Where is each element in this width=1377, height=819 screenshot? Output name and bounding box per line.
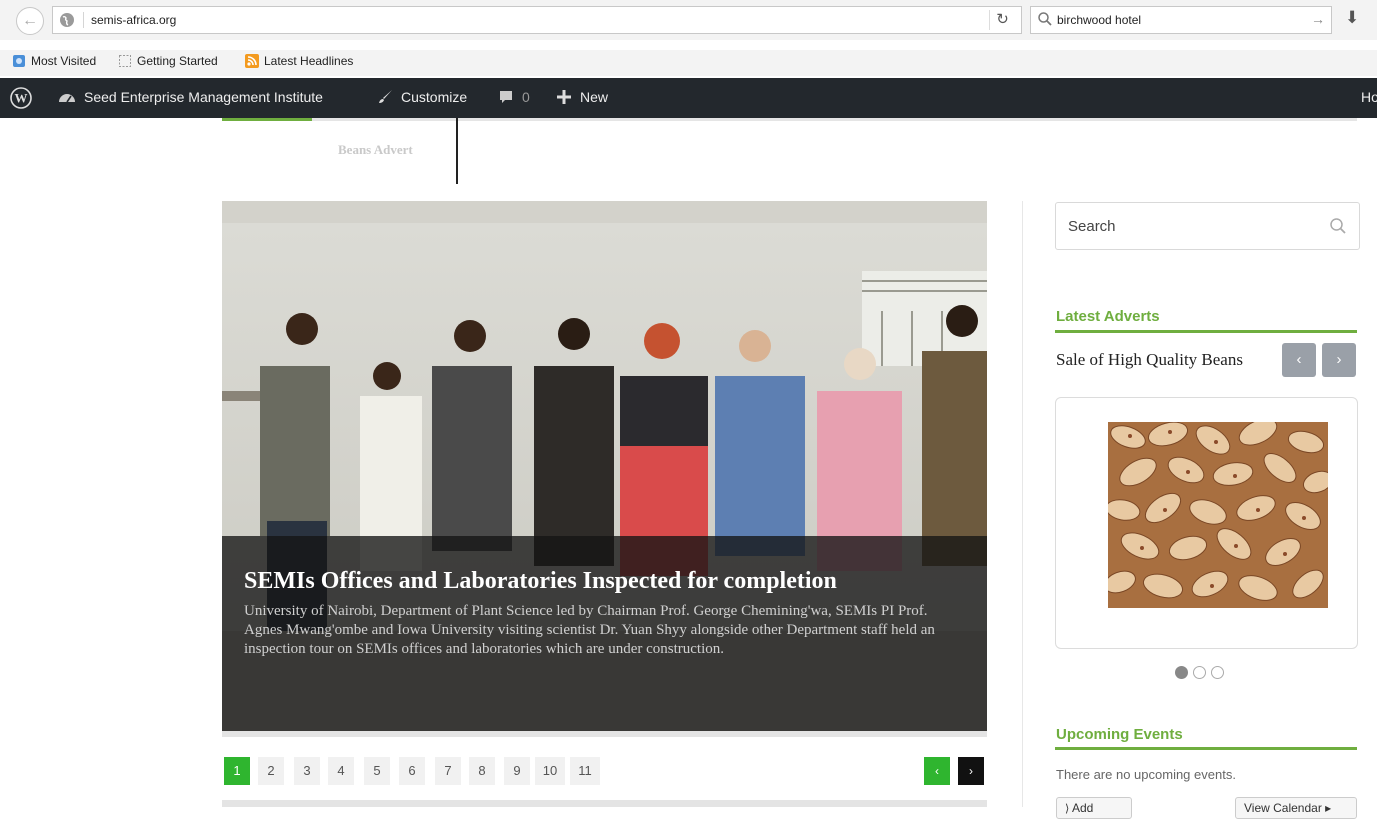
slide-title[interactable]: SEMIs Offices and Laboratories Inspected… xyxy=(244,568,974,595)
page-button-5[interactable]: 5 xyxy=(364,757,390,785)
advert-next-button[interactable]: › xyxy=(1322,343,1356,377)
search-icon[interactable] xyxy=(1329,217,1347,235)
plus-icon xyxy=(557,90,571,104)
rss-icon xyxy=(245,54,259,68)
address-bar[interactable]: semis-africa.org ↻ xyxy=(52,6,1022,34)
beans-image xyxy=(1108,422,1328,608)
browser-search-box[interactable]: birchwood hotel → xyxy=(1030,6,1332,34)
page-button-11[interactable]: 11 xyxy=(570,757,600,785)
admin-comments[interactable]: 0 xyxy=(498,89,530,105)
upcoming-events-title: Upcoming Events xyxy=(1056,726,1183,743)
chevron-right-icon: ▸ xyxy=(1325,801,1332,815)
bookmarks-bar: Most Visited Getting Started Latest Head… xyxy=(0,50,1377,76)
site-name-label: Seed Enterprise Management Institute xyxy=(84,89,323,105)
advert-title[interactable]: Sale of High Quality Beans xyxy=(1056,350,1243,370)
page-button-3[interactable]: 3 xyxy=(294,757,320,785)
bookmark-getting-started[interactable]: Getting Started xyxy=(118,54,218,68)
reload-icon[interactable]: ↻ xyxy=(989,10,1015,30)
sidebar-search-field[interactable]: Search xyxy=(1055,202,1360,250)
comment-count: 0 xyxy=(522,89,530,105)
advert-card[interactable] xyxy=(1055,397,1358,649)
admin-account-clipped[interactable]: Ho xyxy=(1361,89,1377,105)
browser-search-query[interactable]: birchwood hotel xyxy=(1057,13,1141,27)
no-events-text: There are no upcoming events. xyxy=(1056,767,1236,782)
search-go-icon[interactable]: → xyxy=(1311,11,1325,27)
back-button[interactable]: ← xyxy=(16,7,44,35)
bookmark-most-visited[interactable]: Most Visited xyxy=(12,54,96,68)
tab-underline xyxy=(222,118,1357,121)
comment-icon xyxy=(500,91,512,103)
page-button-6[interactable]: 6 xyxy=(399,757,425,785)
wordpress-logo-icon[interactable]: W xyxy=(10,87,32,112)
admin-customize[interactable]: Customize xyxy=(377,89,467,105)
page-button-10[interactable]: 10 xyxy=(535,757,565,785)
upcoming-events-rule xyxy=(1055,747,1357,750)
column-divider xyxy=(1022,201,1023,807)
browser-toolbar: ← semis-africa.org ↻ birchwood hotel → ⬇ xyxy=(0,0,1377,40)
carousel-dot-2[interactable] xyxy=(1193,666,1206,679)
page-button-7[interactable]: 7 xyxy=(435,757,461,785)
download-icon[interactable]: ⬇ xyxy=(1345,8,1359,28)
wp-admin-bar: W Seed Enterprise Management Institute C… xyxy=(0,78,1377,118)
carousel-dot-1[interactable] xyxy=(1175,666,1188,679)
page-button-8[interactable]: 8 xyxy=(469,757,495,785)
slide-caption: SEMIs Offices and Laboratories Inspected… xyxy=(222,536,987,731)
bookmark-folder-icon xyxy=(13,55,25,67)
content-bottom-strip xyxy=(222,800,987,807)
tab-beans-advert[interactable]: Beans Advert xyxy=(338,142,413,158)
slider-next-button[interactable]: › xyxy=(958,757,984,785)
new-label: New xyxy=(580,89,609,105)
page-icon xyxy=(119,55,131,67)
latest-adverts-title: Latest Adverts xyxy=(1056,308,1160,325)
add-label: Add xyxy=(1071,801,1094,815)
page-button-2[interactable]: 2 xyxy=(258,757,284,785)
carousel-dot-3[interactable] xyxy=(1211,666,1224,679)
globe-icon xyxy=(60,13,74,27)
slide-text: University of Nairobi, Department of Pla… xyxy=(244,603,935,657)
page-button-9[interactable]: 9 xyxy=(504,757,530,785)
search-icon xyxy=(1038,12,1052,26)
admin-new[interactable]: New xyxy=(556,89,608,105)
bookmark-label: Most Visited xyxy=(31,54,97,68)
search-placeholder: Search xyxy=(1068,218,1116,235)
slider-bottom-bar xyxy=(222,731,987,737)
brush-icon xyxy=(379,90,392,103)
page-button-4[interactable]: 4 xyxy=(328,757,354,785)
rss-icon: ⟩ xyxy=(1065,803,1070,815)
bookmark-label: Latest Headlines xyxy=(264,54,354,68)
tab-active-accent xyxy=(222,118,312,121)
view-calendar-button[interactable]: View Calendar ▸ xyxy=(1235,797,1357,819)
dashboard-icon xyxy=(59,94,75,103)
latest-adverts-rule xyxy=(1055,330,1357,333)
advert-prev-button[interactable]: ‹ xyxy=(1282,343,1316,377)
add-event-button[interactable]: ⟩ Add xyxy=(1056,797,1132,819)
featured-slider[interactable]: SEMIs Offices and Laboratories Inspected… xyxy=(222,201,987,731)
admin-site-name[interactable]: Seed Enterprise Management Institute xyxy=(58,89,323,105)
view-calendar-label: View Calendar xyxy=(1244,801,1322,815)
slider-prev-button[interactable]: ‹ xyxy=(924,757,950,785)
svg-text:W: W xyxy=(15,91,28,106)
bookmark-latest-headlines[interactable]: Latest Headlines xyxy=(245,54,353,68)
address-separator xyxy=(83,12,84,28)
bookmark-label: Getting Started xyxy=(137,54,218,68)
page-button-1[interactable]: 1 xyxy=(224,757,250,785)
url-text[interactable]: semis-africa.org xyxy=(91,13,176,27)
text-cursor-mark xyxy=(456,118,458,184)
customize-label: Customize xyxy=(401,89,468,105)
